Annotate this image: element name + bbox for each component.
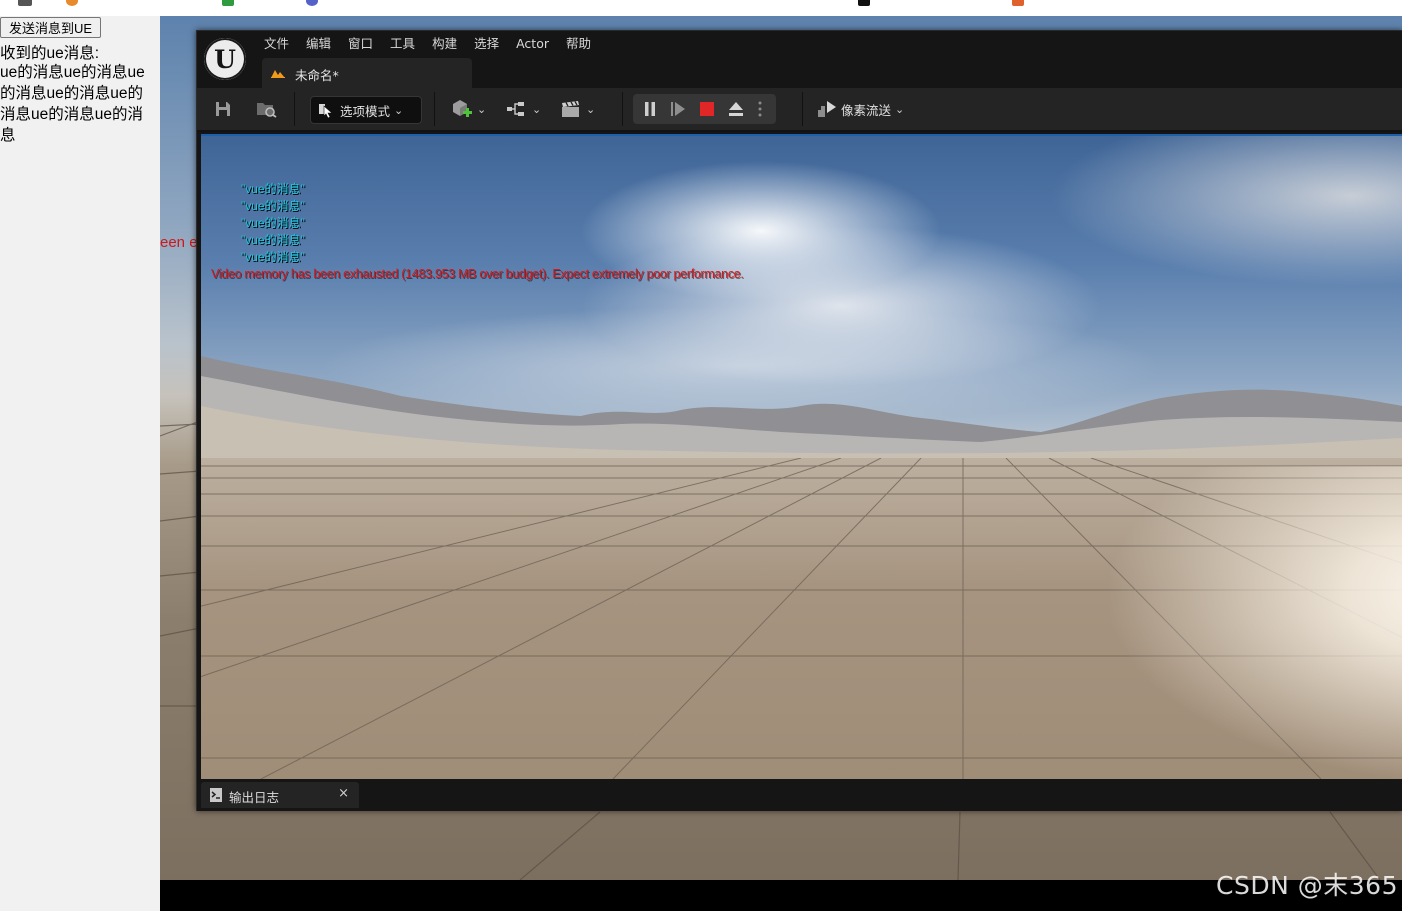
- output-log-icon: [210, 788, 222, 802]
- browser-bookmark-bar: [0, 0, 1402, 16]
- bookmark-icon[interactable]: [18, 0, 32, 6]
- csdn-watermark: CSDN @末365: [1216, 871, 1398, 900]
- vue-message-line: "vue的消息": [241, 250, 305, 264]
- send-to-ue-button[interactable]: 发送消息到UE: [0, 17, 101, 38]
- stop-icon: [700, 102, 714, 116]
- output-log-label: 输出日志: [229, 790, 280, 805]
- level-document-tab[interactable]: 未命名*: [262, 58, 472, 88]
- mountain-range: [201, 356, 1402, 466]
- memory-warning: Video memory has been exhausted (1483.95…: [211, 267, 744, 281]
- vue-message-line: "vue的消息": [241, 216, 305, 230]
- select-mode-dropdown[interactable]: 选项模式 ⌄: [310, 96, 422, 124]
- save-button[interactable]: [214, 96, 232, 122]
- bottom-panel-bar: 输出日志 ×: [197, 779, 1402, 811]
- vue-message-line: "vue的消息": [241, 199, 305, 213]
- menu-actor[interactable]: Actor: [511, 33, 561, 55]
- pause-icon: [645, 102, 655, 116]
- more-options-icon: [758, 101, 762, 117]
- vue-control-panel: 发送消息到UE 收到的ue消息: ue的消息ue的消息ue的消息ue的消息ue的…: [0, 16, 160, 911]
- main-toolbar: 选项模式 ⌄ ⌄ ⌄ ⌄ 像素流送 ⌄: [197, 88, 1402, 132]
- blueprints-button[interactable]: ⌄: [506, 96, 541, 122]
- unreal-logo-icon[interactable]: U: [204, 38, 246, 80]
- eject-button[interactable]: [727, 100, 745, 118]
- vue-message-line: "vue的消息": [241, 182, 305, 196]
- frame-skip-icon: [671, 102, 685, 116]
- output-log-tab[interactable]: 输出日志 ×: [201, 782, 359, 808]
- chevron-down-icon: ⌄: [394, 103, 404, 117]
- menu-window[interactable]: 窗口: [343, 33, 385, 55]
- level-tab-label: 未命名*: [295, 68, 339, 83]
- select-cursor-icon: [319, 104, 333, 118]
- chevron-down-icon: ⌄: [586, 102, 596, 116]
- bookmark-icon[interactable]: [858, 0, 870, 6]
- menu-help[interactable]: 帮助: [561, 33, 603, 55]
- add-cube-icon: [453, 100, 472, 117]
- bookmark-icon[interactable]: [1012, 0, 1024, 6]
- level-icon: [271, 70, 285, 78]
- clapperboard-icon: [562, 101, 579, 117]
- chevron-down-icon: ⌄: [532, 102, 542, 116]
- chevron-down-icon: ⌄: [477, 102, 487, 116]
- play-controls: [633, 94, 776, 124]
- chevron-down-icon: ⌄: [895, 102, 905, 116]
- pixel-streaming-dropdown[interactable]: 像素流送 ⌄: [817, 96, 904, 122]
- sun-glow: [1103, 466, 1402, 779]
- blueprint-icon: [507, 102, 524, 116]
- pixel-streaming-icon: [818, 101, 836, 117]
- menu-bar: 文件 编辑 窗口 工具 构建 选择 Actor 帮助: [259, 33, 603, 55]
- cinematics-button[interactable]: ⌄: [560, 96, 595, 122]
- vue-message-line: "vue的消息": [241, 233, 305, 247]
- toolbar-separator: [802, 92, 803, 126]
- eject-icon: [729, 102, 743, 116]
- received-label: 收到的ue消息:: [0, 45, 100, 62]
- toolbar-separator: [434, 92, 435, 126]
- bookmark-icon[interactable]: [222, 0, 234, 6]
- stop-button[interactable]: [699, 101, 715, 117]
- play-options-button[interactable]: [757, 100, 763, 118]
- pixel-streaming-label: 像素流送: [841, 102, 892, 118]
- bookmark-icon[interactable]: [66, 0, 78, 6]
- menu-select[interactable]: 选择: [469, 33, 511, 55]
- select-mode-label: 选项模式: [340, 103, 391, 119]
- toolbar-separator: [622, 92, 623, 126]
- content-browser-button[interactable]: [256, 96, 278, 122]
- content-browser-icon: [257, 103, 277, 118]
- menu-file[interactable]: 文件: [259, 33, 301, 55]
- stream-warning-fragment: een e: [160, 234, 198, 251]
- pause-button[interactable]: [642, 101, 658, 117]
- menu-build[interactable]: 构建: [427, 33, 469, 55]
- close-icon[interactable]: ×: [338, 786, 349, 801]
- bookmark-icon[interactable]: [306, 0, 318, 6]
- frame-skip-button[interactable]: [670, 101, 686, 117]
- menu-edit[interactable]: 编辑: [301, 33, 343, 55]
- level-viewport[interactable]: "vue的消息" "vue的消息" "vue的消息" "vue的消息" "vue…: [201, 134, 1402, 779]
- ue-editor-window: U 文件 编辑 窗口 工具 构建 选择 Actor 帮助 未命名* 选项模式 ⌄…: [196, 30, 1402, 811]
- add-actor-button[interactable]: ⌄: [451, 96, 486, 122]
- menu-tools[interactable]: 工具: [385, 33, 427, 55]
- save-icon: [216, 102, 230, 116]
- received-messages: ue的消息ue的消息ue的消息ue的消息ue的消息ue的消息ue的消息: [0, 64, 145, 144]
- toolbar-separator: [294, 92, 295, 126]
